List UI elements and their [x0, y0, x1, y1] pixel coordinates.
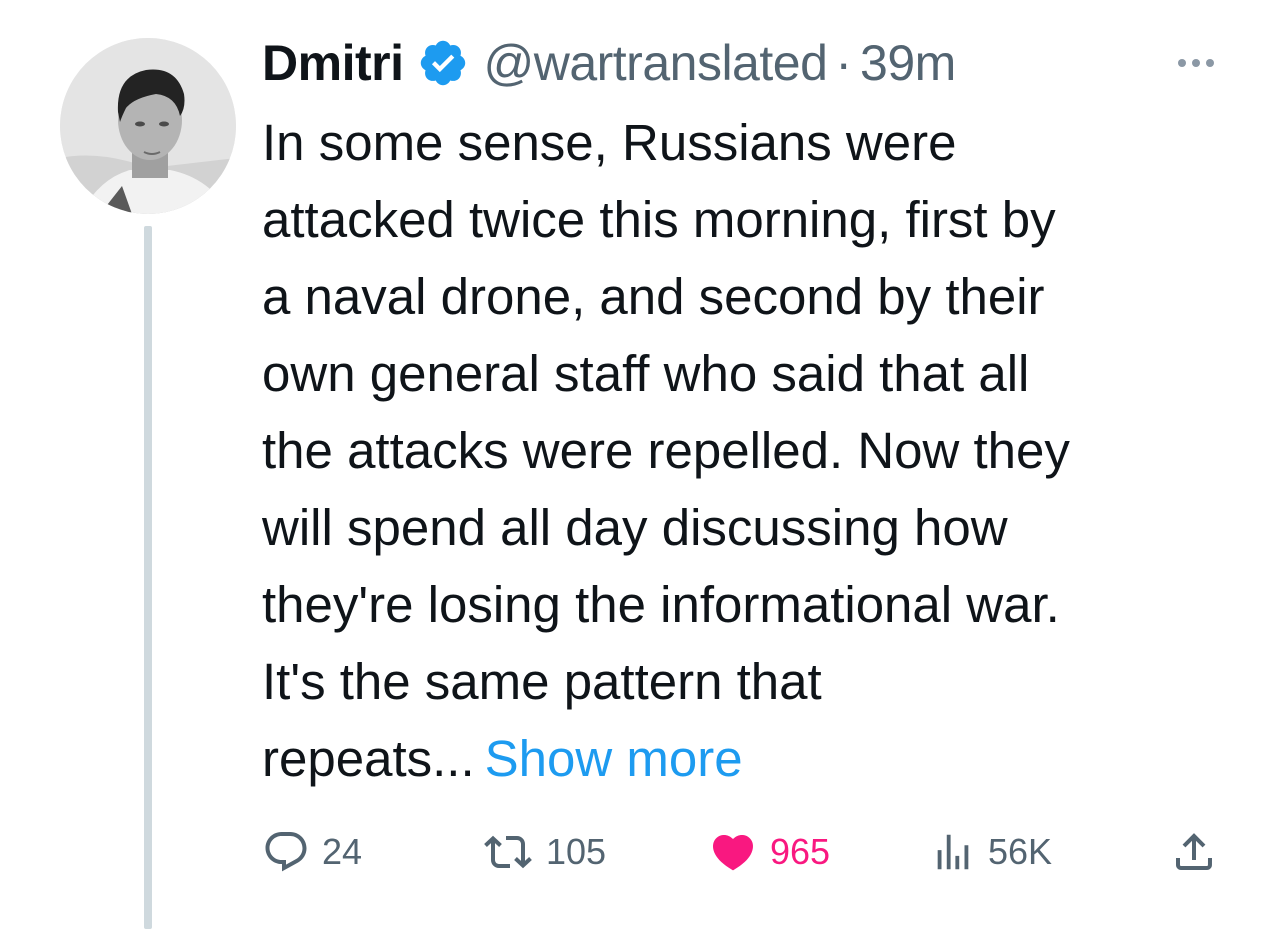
like-button[interactable]: 965	[708, 820, 830, 884]
retweet-button[interactable]: 105	[482, 820, 606, 884]
tweet-text-line: the attacks were repelled. Now they	[262, 422, 1070, 479]
retweet-icon	[484, 835, 532, 869]
more-dots-icon	[1178, 59, 1186, 67]
tweet-text-last-line: repeats... Show more	[262, 720, 1262, 797]
tweet-text-line: a naval drone, and second by their	[262, 268, 1045, 325]
tweet-text-line: they're losing the informational war.	[262, 576, 1060, 633]
tweet-timestamp[interactable]: 39m	[860, 34, 956, 92]
show-more-link[interactable]: Show more	[485, 730, 743, 787]
like-count: 965	[770, 831, 831, 872]
views-bar-icon	[937, 834, 969, 870]
author-handle[interactable]: @wartranslated	[483, 34, 827, 92]
verified-badge-icon	[421, 40, 466, 86]
tweet-text-line: In some sense, Russians were	[262, 114, 957, 171]
avatar-photo	[60, 38, 236, 214]
heart-icon	[712, 835, 754, 871]
views-count: 56K	[988, 831, 1053, 872]
tweet-text-line: It's the same pattern that	[262, 653, 822, 710]
share-icon	[1176, 833, 1212, 870]
header-separator: ·	[835, 35, 853, 91]
tweet-text-truncated: repeats...	[262, 730, 475, 787]
reply-icon	[265, 832, 307, 872]
tweet-actions: 24 105 965 56K	[0, 820, 1284, 884]
tweet-text: In some sense, Russians were attacked tw…	[262, 104, 1262, 797]
more-options-button[interactable]	[1170, 48, 1222, 78]
tweet-header: Dmitri @wartranslated · 39m	[262, 28, 956, 98]
author-display-name[interactable]: Dmitri	[262, 34, 404, 92]
views-button[interactable]: 56K	[930, 820, 1052, 884]
share-button[interactable]	[1170, 820, 1218, 884]
avatar[interactable]	[60, 38, 236, 214]
tweet-card: Dmitri @wartranslated · 39m In some sens…	[0, 0, 1284, 929]
tweet-text-line: own general staff who said that all	[262, 345, 1030, 402]
tweet-text-line: will spend all day discussing how	[262, 499, 1008, 556]
more-dots-icon	[1192, 59, 1200, 67]
retweet-count: 105	[546, 831, 607, 872]
more-dots-icon	[1206, 59, 1214, 67]
tweet-text-line: attacked twice this morning, first by	[262, 191, 1056, 248]
reply-button[interactable]: 24	[262, 820, 362, 884]
reply-count: 24	[322, 831, 363, 872]
